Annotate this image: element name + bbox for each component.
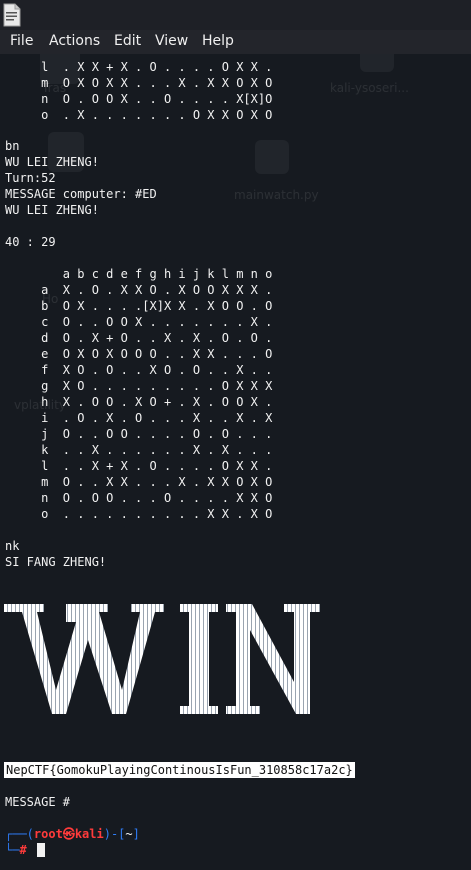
board-row-j: j O . . O O . . . . O . O . . . (5, 427, 273, 441)
prompt-skull-icon: ㉿ (62, 827, 75, 841)
menu-bar: File Actions Edit View Help (0, 30, 471, 54)
top-board-row-l: l . X X + X . O . . . . O X X . (5, 60, 273, 74)
win-ascii-art (4, 604, 320, 714)
board-row-g: g X O . . . . . . . . . O X X X (5, 379, 273, 393)
player-line: WU LEI ZHENG! (5, 155, 99, 169)
title-bar (0, 0, 471, 30)
turn-line: Turn:52 (5, 171, 56, 185)
prompt-symbol: # (19, 843, 27, 857)
top-board-row-n: n O . O O X . . O . . . . X[X]O (5, 92, 273, 106)
desktop-kali-label: kali-ysoseri... (330, 81, 409, 95)
shell-prompt-line-1: ┌──(root㉿kali)-[~] (5, 827, 140, 841)
board-row-o: o . . . . . . . . . . X X . X O (5, 507, 273, 521)
shell-prompt-line-2: └─# (5, 843, 27, 857)
menu-actions[interactable]: Actions (49, 33, 100, 49)
board-row-e: e O X O X O O O . . X X . . . O (5, 347, 273, 361)
prompt-host: kali (74, 827, 104, 841)
menu-file[interactable]: File (10, 33, 33, 49)
board-row-k: k . . X . . . . . . X . X . . . (5, 443, 273, 457)
top-board-row-o: o . X . . . . . . . O X X O X O (5, 108, 273, 122)
prompt-dir: ~ (125, 827, 133, 841)
text-cursor[interactable] (37, 843, 45, 857)
desktop-python-ghost (360, 54, 394, 72)
message-line: MESSAGE computer: #ED (5, 187, 157, 201)
board-row-m: m O . . X X . . . X . X X O X O (5, 475, 273, 489)
prompt-user: root (33, 827, 63, 841)
board-row-a: a X . O . X X O . X O O X X X . (5, 283, 273, 297)
board-row-d: d O . X + O . . X . X . O . O . (5, 331, 273, 345)
terminal-app-icon[interactable] (2, 3, 22, 27)
desktop-python2-ghost (255, 140, 289, 174)
score-line: 40 : 29 (5, 235, 56, 249)
flag-output[interactable]: NepCTF{GomokuPlayingContinousIsFun_31085… (4, 762, 355, 778)
player-line-2: WU LEI ZHENG! (5, 203, 99, 217)
menu-help[interactable]: Help (202, 33, 234, 49)
menu-view[interactable]: View (155, 33, 188, 49)
board-row-f: f X O . O . . X O . O . . X . . (5, 363, 273, 377)
top-board-row-m: m O X O X X . . . X . X X O X O (5, 76, 273, 90)
board-row-i: i . O . X . O . . . X . . X . X (5, 411, 273, 425)
menu-edit[interactable]: Edit (114, 33, 141, 49)
board-row-l: l . . X + X . O . . . . O X X . (5, 459, 273, 473)
move-command-2: nk (5, 539, 20, 553)
board-header: a b c d e f g h i j k l m n o (5, 267, 273, 281)
board-row-c: c O . . O O X . . . . . . . X . (5, 315, 273, 329)
terminal-output[interactable]: Tras kali-ysoseri... mainwatch.py Ho vpl… (0, 54, 471, 870)
board-row-b: b O X . . . .[X]X X . X O O . O (5, 299, 273, 313)
final-message: MESSAGE # (5, 795, 71, 809)
winner-line: SI FANG ZHENG! (5, 555, 107, 569)
board-row-h: h X . O O . X O + . X . O O X . (5, 395, 273, 409)
board-row-n: n O . O O . . . O . . . . X X O (5, 491, 273, 505)
move-command: bn (5, 139, 20, 153)
desktop-mainwatch-label: mainwatch.py (234, 188, 319, 202)
